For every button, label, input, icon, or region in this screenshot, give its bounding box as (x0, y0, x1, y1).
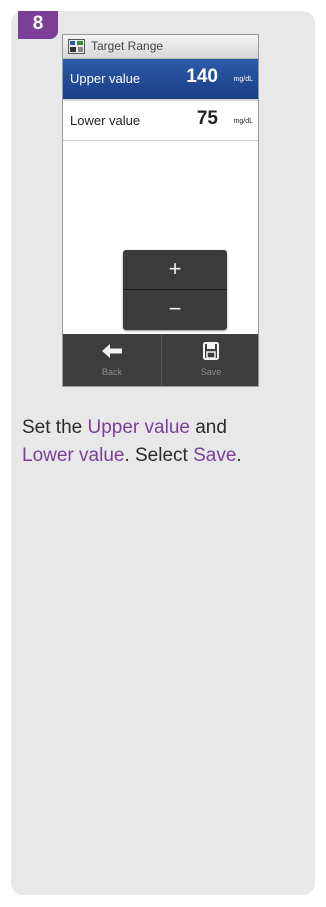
screen-title-bar: Target Range (63, 35, 258, 59)
back-button[interactable]: Back (63, 334, 161, 386)
upper-value-row[interactable]: Upper value 140 mg/dL (63, 59, 258, 99)
floppy-disk-icon (203, 342, 219, 360)
instruction-part: Set the (22, 417, 88, 438)
lower-value-reference: Lower value (22, 445, 125, 466)
upper-value-unit: mg/dL (233, 76, 253, 83)
bottom-button-bar: Back Save (63, 334, 258, 386)
instruction-part: . Select (124, 445, 194, 466)
arrow-left-icon (102, 344, 122, 358)
target-range-icon (68, 39, 85, 54)
device-screen: Target Range Upper value 140 mg/dL Lower… (62, 34, 259, 387)
value-stepper: + − (123, 250, 227, 330)
step-number-badge: 8 (18, 11, 58, 39)
instruction-text: Set the Upper value and Lower value. Sel… (22, 414, 302, 470)
save-button[interactable]: Save (162, 334, 258, 386)
lower-value-row[interactable]: Lower value 75 mg/dL (63, 101, 258, 141)
increment-button[interactable]: + (123, 250, 227, 289)
back-button-label: Back (101, 367, 122, 377)
screen-title: Target Range (91, 39, 164, 53)
upper-value-number: 140 (186, 66, 218, 87)
lower-value-label: Lower value (70, 113, 141, 128)
upper-value-label: Upper value (70, 71, 141, 86)
instruction-part: and (189, 417, 227, 438)
decrement-button[interactable]: − (123, 290, 227, 329)
save-reference: Save (193, 445, 237, 466)
lower-value-number: 75 (196, 108, 218, 129)
instruction-part: . (236, 445, 242, 466)
save-button-label: Save (200, 367, 222, 377)
upper-value-reference: Upper value (87, 417, 190, 438)
lower-value-unit: mg/dL (233, 118, 253, 125)
